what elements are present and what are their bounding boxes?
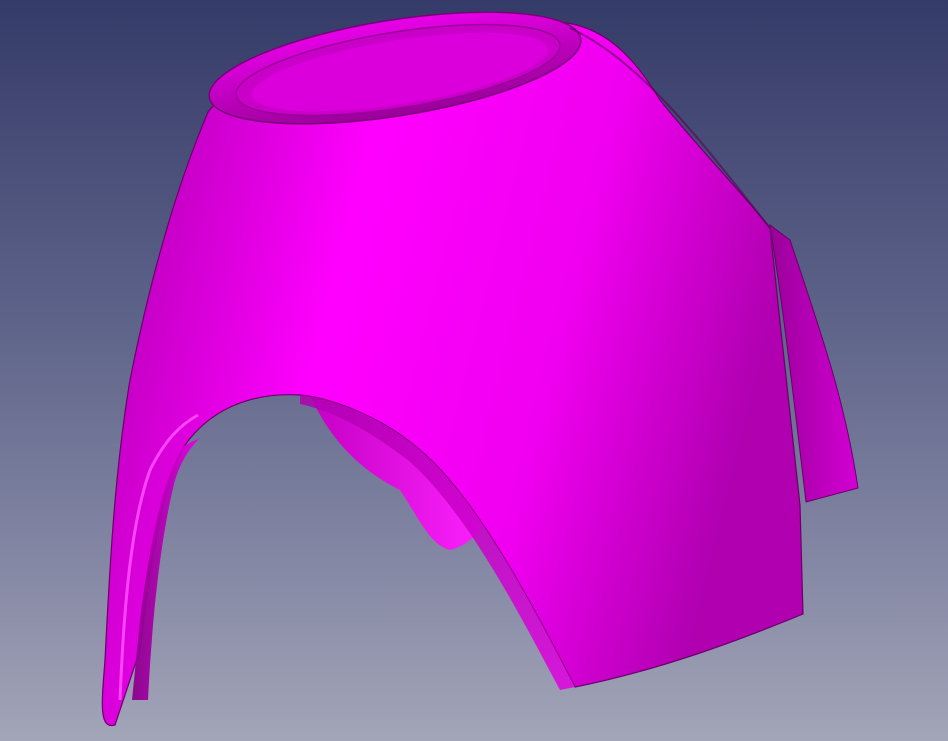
model-render[interactable]: [0, 0, 948, 741]
shell-body: [101, 21, 804, 727]
3d-viewport[interactable]: [0, 0, 948, 741]
